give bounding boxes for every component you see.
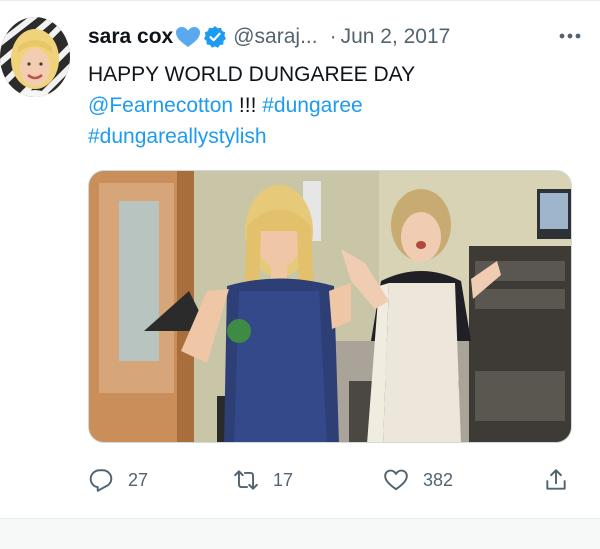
hashtag-link-dungareallystylish[interactable]: #dungareallystylish	[88, 125, 267, 148]
like-count: 382	[423, 469, 454, 490]
share-button[interactable]	[543, 467, 583, 493]
tweet-text-line-2: @Fearnecotton !!! #dungaree	[88, 90, 558, 121]
like-button[interactable]: 382	[383, 467, 453, 493]
tweet-actions: 27 17 382	[88, 464, 572, 496]
more-icon[interactable]	[556, 22, 584, 56]
author-name[interactable]: sara cox	[88, 25, 173, 49]
avatar-photo	[0, 17, 70, 97]
tweet-text-line-3: #dungareallystylish	[88, 121, 558, 152]
share-icon	[546, 469, 566, 490]
tweet-photo[interactable]	[88, 170, 572, 443]
exclamation-text: !!!	[233, 94, 263, 117]
like-icon	[384, 469, 408, 491]
hashtag-link-dungaree[interactable]: #dungaree	[262, 94, 362, 117]
retweet-button[interactable]: 17	[233, 467, 293, 493]
avatar[interactable]	[0, 17, 70, 97]
reply-count: 27	[128, 469, 149, 490]
timeline-gap	[0, 519, 600, 549]
separator-dot: ·	[329, 25, 337, 48]
tweet-date[interactable]: Jun 2, 2017	[341, 25, 451, 49]
reply-icon	[89, 469, 113, 492]
mention-link[interactable]: @Fearnecotton	[88, 94, 233, 117]
top-divider	[0, 0, 600, 1]
author-handle[interactable]: @saraj...	[233, 25, 317, 49]
blue-heart-icon	[175, 26, 201, 48]
tweet-text-line-1: HAPPY WORLD DUNGAREE DAY	[88, 63, 416, 86]
verified-badge-icon	[203, 25, 227, 49]
tweet-header: sara cox @saraj... · Jun 2, 2017	[88, 22, 584, 52]
retweet-icon	[234, 470, 258, 490]
reply-button[interactable]: 27	[88, 467, 148, 493]
tweet-text: HAPPY WORLD DUNGAREE DAY @Fearnecotton !…	[88, 59, 558, 152]
retweet-count: 17	[273, 469, 294, 490]
photo-two-women-in-dungarees	[89, 171, 571, 442]
